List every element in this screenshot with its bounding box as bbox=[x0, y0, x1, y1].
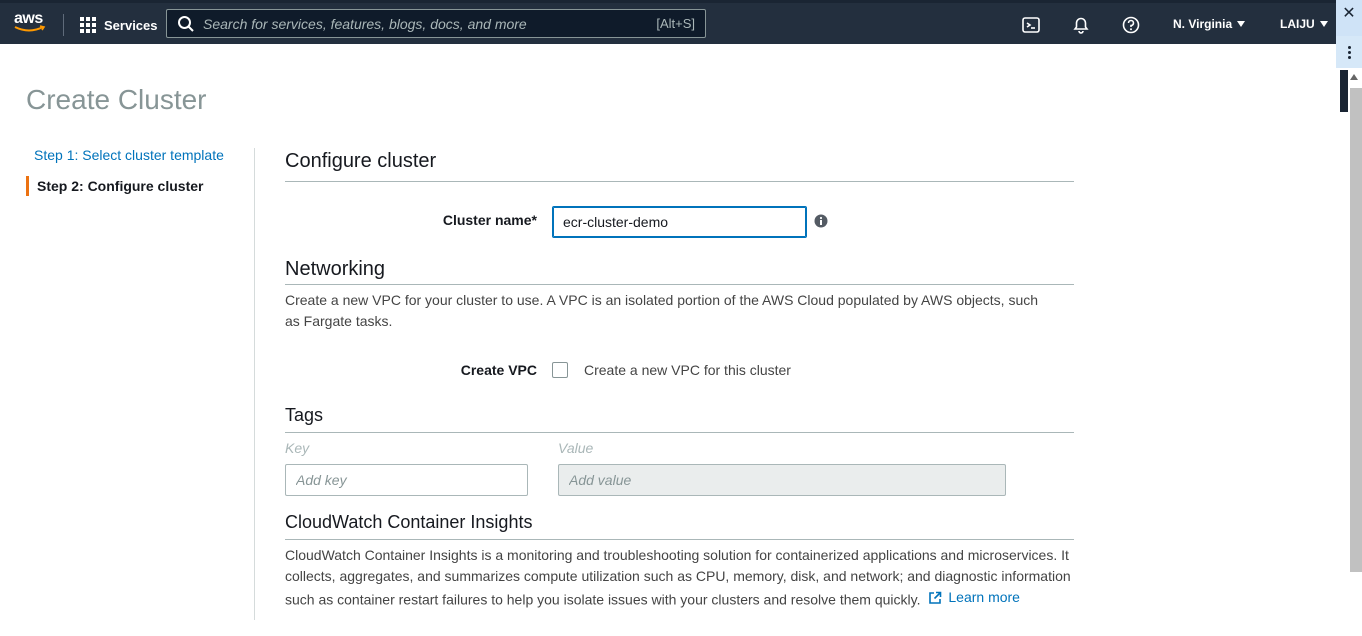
bell-icon[interactable] bbox=[1071, 15, 1091, 35]
region-label: N. Virginia bbox=[1173, 17, 1233, 31]
networking-heading: Networking bbox=[285, 258, 386, 280]
insights-description: CloudWatch Container Insights is a monit… bbox=[285, 545, 1085, 611]
external-link-icon bbox=[929, 591, 942, 604]
configure-cluster-heading: Configure cluster bbox=[285, 150, 437, 172]
nav-divider bbox=[63, 14, 64, 36]
vertical-divider bbox=[254, 148, 255, 620]
tags-key-header: Key bbox=[285, 440, 310, 456]
grid-icon bbox=[80, 17, 96, 33]
info-icon[interactable] bbox=[814, 214, 828, 228]
user-label: LAIJU bbox=[1280, 17, 1315, 31]
tags-value-header: Value bbox=[558, 440, 594, 456]
cloudshell-icon[interactable] bbox=[1021, 15, 1041, 35]
close-icon[interactable]: ✕ bbox=[1336, 0, 1362, 36]
user-menu[interactable]: LAIJU bbox=[1280, 17, 1328, 31]
caret-down-icon bbox=[1237, 21, 1246, 27]
tag-key-input[interactable] bbox=[285, 464, 528, 496]
create-vpc-checkbox[interactable] bbox=[552, 362, 568, 378]
scroll-up-arrow[interactable] bbox=[1350, 74, 1358, 80]
aws-smile-icon bbox=[14, 25, 46, 32]
search-input[interactable] bbox=[203, 15, 657, 32]
services-label: Services bbox=[104, 17, 158, 33]
tags-heading: Tags bbox=[285, 405, 324, 425]
section-divider bbox=[285, 284, 1074, 285]
search-icon bbox=[178, 15, 194, 32]
top-nav-bar: aws Services [Alt+S] N. Virginia bbox=[0, 0, 1336, 44]
scrollbar-track[interactable] bbox=[1350, 88, 1362, 572]
region-selector[interactable]: N. Virginia bbox=[1173, 17, 1246, 31]
search-bar[interactable]: [Alt+S] bbox=[166, 9, 706, 38]
section-divider bbox=[285, 539, 1074, 540]
search-shortcut-hint: [Alt+S] bbox=[656, 16, 695, 31]
cluster-name-label: Cluster name* bbox=[442, 212, 537, 228]
section-divider bbox=[285, 181, 1074, 182]
services-menu-button[interactable]: Services bbox=[80, 15, 158, 35]
scrollbar-thumb[interactable] bbox=[1340, 70, 1348, 112]
create-vpc-label: Create VPC bbox=[460, 362, 537, 378]
learn-more-link[interactable]: Learn more bbox=[928, 587, 1020, 608]
step-2-active: Step 2: Configure cluster bbox=[26, 176, 203, 196]
help-icon[interactable] bbox=[1121, 15, 1141, 35]
caret-down-icon bbox=[1319, 21, 1328, 27]
insights-heading: CloudWatch Container Insights bbox=[285, 512, 533, 532]
create-vpc-checkbox-label[interactable]: Create a new VPC for this cluster bbox=[584, 362, 791, 378]
tag-value-input bbox=[558, 464, 1006, 496]
networking-description: Create a new VPC for your cluster to use… bbox=[285, 292, 1039, 329]
more-options-icon[interactable] bbox=[1336, 36, 1362, 68]
learn-more-label: Learn more bbox=[948, 589, 1020, 605]
step-1-link[interactable]: Step 1: Select cluster template bbox=[34, 147, 224, 163]
aws-logo[interactable]: aws bbox=[14, 11, 48, 37]
page-title: Create Cluster bbox=[26, 84, 207, 115]
section-divider bbox=[285, 432, 1074, 433]
cluster-name-input[interactable] bbox=[552, 206, 807, 238]
